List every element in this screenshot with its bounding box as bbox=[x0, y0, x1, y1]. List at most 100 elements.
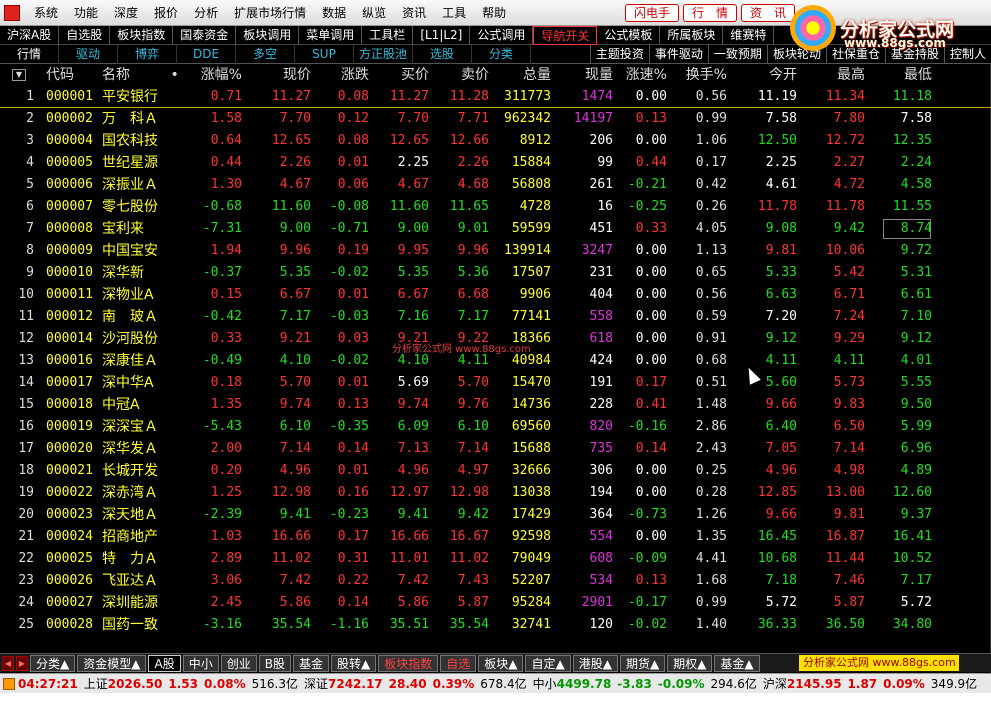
market-tab-3[interactable]: 中小 bbox=[182, 654, 219, 672]
table-row[interactable]: 7 000008 宝利来 -7.31 9.00 -0.71 9.00 9.01 59599 451… bbox=[0, 218, 991, 240]
stock-name: 沙河股份 bbox=[102, 331, 158, 347]
header-speed[interactable]: 涨速% bbox=[613, 64, 667, 86]
table-row[interactable]: 14 000017 深中华A 0.18 5.70 0.01 5.69 5.70 15470 191… bbox=[0, 372, 991, 394]
sub-tab-1[interactable]: 驱动 bbox=[59, 45, 118, 64]
table-row[interactable]: 23 000026 飞亚达Ａ 3.06 7.42 0.22 7.42 7.43 52207 534… bbox=[0, 570, 991, 592]
header-code[interactable]: 代码 bbox=[38, 64, 100, 86]
theme-tab-1[interactable]: 事件驱动 bbox=[648, 45, 708, 64]
menu-data[interactable]: 数据 bbox=[314, 0, 354, 26]
header-bid[interactable]: 买价 bbox=[369, 64, 429, 86]
header-chg-pct[interactable]: 涨幅% bbox=[196, 64, 242, 86]
theme-tab-2[interactable]: 一致预期 bbox=[707, 45, 767, 64]
category-tab-2[interactable]: 板块指数 bbox=[110, 26, 174, 45]
sub-tab-5[interactable]: SUP bbox=[295, 45, 354, 64]
menu-news[interactable]: 资讯 bbox=[394, 0, 434, 26]
category-tab-5[interactable]: 菜单调用 bbox=[299, 26, 363, 45]
table-row[interactable]: 24 000027 深圳能源 2.45 5.86 0.14 5.86 5.87 95284 290… bbox=[0, 592, 991, 614]
sub-tab-7[interactable]: 选股 bbox=[413, 45, 472, 64]
sub-tab-2[interactable]: 博弈 bbox=[118, 45, 177, 64]
category-tab-0[interactable]: 沪深A股 bbox=[0, 26, 60, 45]
table-row[interactable]: 3 000004 国农科技 0.64 12.65 0.08 12.65 12.66 8912 20… bbox=[0, 130, 991, 152]
table-row[interactable]: 1 000001 平安银行 0.71 11.27 0.08 11.27 11.28 311773… bbox=[0, 86, 991, 108]
market-tab-1[interactable]: 资金模型▲ bbox=[77, 654, 147, 672]
table-row[interactable]: 11 000012 南 玻Ａ -0.42 7.17 -0.03 7.16 7.17 77141 5… bbox=[0, 306, 991, 328]
category-tab-3[interactable]: 国泰资金 bbox=[173, 26, 237, 45]
table-row[interactable]: 5 000006 深振业Ａ 1.30 4.67 0.06 4.67 4.68 56808 261-… bbox=[0, 174, 991, 196]
category-tab-1[interactable]: 自选股 bbox=[59, 26, 111, 45]
market-tab-2[interactable]: A股 bbox=[148, 654, 181, 672]
menu-system[interactable]: 系统 bbox=[26, 0, 66, 26]
table-row[interactable]: 18 000021 长城开发 0.20 4.96 0.01 4.96 4.97 32666 306… bbox=[0, 460, 991, 482]
market-tab-15[interactable]: 基金▲ bbox=[714, 654, 760, 672]
category-tab-6[interactable]: 工具栏 bbox=[362, 26, 414, 45]
market-tab-7[interactable]: 股转▲ bbox=[330, 654, 377, 672]
header-name[interactable]: 名称 • bbox=[100, 64, 196, 86]
table-row[interactable]: 2 000002 万 科Ａ 1.58 7.70 0.12 7.70 7.71 962342 141… bbox=[0, 108, 991, 130]
theme-tab-0[interactable]: 主题投资 bbox=[589, 45, 649, 64]
header-high[interactable]: 最高 bbox=[797, 64, 865, 86]
quote-button[interactable]: 行 情 bbox=[682, 3, 737, 22]
menu-tools[interactable]: 工具 bbox=[434, 0, 474, 26]
header-turnover[interactable]: 换手% bbox=[667, 64, 727, 86]
ad-banner[interactable]: 分析家公式网 www.88gs.com bbox=[799, 655, 959, 671]
menu-function[interactable]: 功能 bbox=[66, 0, 106, 26]
table-row[interactable]: 6 000007 零七股份 -0.68 11.60 -0.08 11.60 11.65 4728… bbox=[0, 196, 991, 218]
table-row[interactable]: 9 000010 深华新 -0.37 5.35 -0.02 5.35 5.36 17507 231… bbox=[0, 262, 991, 284]
flash-trade-button[interactable]: 闪电手 bbox=[624, 3, 679, 22]
category-tab-12[interactable]: 维赛特 bbox=[723, 26, 775, 45]
table-row[interactable]: 20 000023 深天地Ａ -2.39 9.41 -0.23 9.41 9.42 17429 3… bbox=[0, 504, 991, 526]
table-row[interactable]: 8 000009 中国宝安 1.94 9.96 0.19 9.95 9.96 139914 324… bbox=[0, 240, 991, 262]
scroll-right-icon[interactable]: ▶ bbox=[16, 655, 28, 671]
table-row[interactable]: 15 000018 中冠A 1.35 9.74 0.13 9.74 9.76 14736 228 0… bbox=[0, 394, 991, 416]
table-row[interactable]: 19 000022 深赤湾Ａ 1.25 12.98 0.16 12.97 12.98 13038… bbox=[0, 482, 991, 504]
open-price: 9.66 bbox=[765, 507, 797, 522]
category-tab-10[interactable]: 公式模板 bbox=[597, 26, 661, 45]
scroll-left-icon[interactable]: ◀ bbox=[2, 655, 14, 671]
table-row[interactable]: 4 000005 世纪星源 0.44 2.26 0.01 2.25 2.26 15884 99 0.… bbox=[0, 152, 991, 174]
header-ask[interactable]: 卖价 bbox=[429, 64, 489, 86]
sub-tab-3[interactable]: DDE bbox=[177, 45, 236, 64]
category-tab-4[interactable]: 板块调用 bbox=[236, 26, 300, 45]
table-row[interactable]: 25 000028 国药一致 -3.16 35.54 -1.16 35.51 35.54 327… bbox=[0, 614, 991, 636]
header-diff[interactable]: 涨跌 bbox=[311, 64, 369, 86]
category-tab-11[interactable]: 所属板块 bbox=[660, 26, 724, 45]
sub-tab-0[interactable]: 行情 bbox=[0, 45, 59, 64]
table-row[interactable]: 22 000025 特 力Ａ 2.89 11.02 0.31 11.01 11.02 79049… bbox=[0, 548, 991, 570]
sub-tab-8[interactable]: 分类 bbox=[472, 45, 531, 64]
header-price[interactable]: 现价 bbox=[242, 64, 311, 86]
market-tab-10[interactable]: 板块▲ bbox=[478, 654, 524, 672]
header-low[interactable]: 最低 bbox=[865, 64, 932, 86]
market-tab-12[interactable]: 港股▲ bbox=[572, 654, 618, 672]
alarm-icon[interactable] bbox=[3, 677, 15, 690]
header-volume[interactable]: 总量 bbox=[489, 64, 551, 86]
sub-tab-6[interactable]: 方正股池 bbox=[354, 45, 413, 64]
market-tab-11[interactable]: 自定▲ bbox=[525, 654, 571, 672]
category-tab-8[interactable]: 公式调用 bbox=[470, 26, 534, 45]
column-selector[interactable]: ▼ bbox=[0, 64, 38, 86]
menu-extended-market[interactable]: 扩展市场行情 bbox=[226, 0, 314, 26]
header-current-volume[interactable]: 现量 bbox=[551, 64, 613, 86]
market-tab-0[interactable]: 分类▲ bbox=[30, 654, 76, 672]
dropdown-icon[interactable]: ▼ bbox=[12, 69, 26, 81]
market-tab-5[interactable]: B股 bbox=[258, 654, 291, 672]
menu-analysis[interactable]: 分析 bbox=[186, 0, 226, 26]
market-tab-4[interactable]: 创业 bbox=[220, 654, 257, 672]
menu-quote[interactable]: 报价 bbox=[146, 0, 186, 26]
table-row[interactable]: 10 000011 深物业A 0.15 6.67 0.01 6.67 6.68 9906 404 0… bbox=[0, 284, 991, 306]
market-tab-14[interactable]: 期权▲ bbox=[667, 654, 713, 672]
category-tab-7[interactable]: [L1|L2] bbox=[413, 26, 471, 45]
market-tab-13[interactable]: 期货▲ bbox=[619, 654, 666, 672]
market-tab-8[interactable]: 板块指数 bbox=[378, 654, 439, 672]
category-tab-9[interactable]: 导航开关 bbox=[533, 26, 598, 45]
table-row[interactable]: 16 000019 深深宝Ａ -5.43 6.10 -0.35 6.09 6.10 69560 8… bbox=[0, 416, 991, 438]
table-row[interactable]: 21 000024 招商地产 1.03 16.66 0.17 16.66 16.67 92598… bbox=[0, 526, 991, 548]
header-open[interactable]: 今开 bbox=[727, 64, 797, 86]
menu-depth[interactable]: 深度 bbox=[106, 0, 146, 26]
news-button[interactable]: 资 讯 bbox=[740, 3, 795, 22]
market-tab-9[interactable]: 自选 bbox=[440, 654, 477, 672]
market-tab-6[interactable]: 基金 bbox=[292, 654, 329, 672]
menu-help[interactable]: 帮助 bbox=[474, 0, 514, 26]
sub-tab-4[interactable]: 多空 bbox=[236, 45, 295, 64]
menu-overview[interactable]: 纵览 bbox=[354, 0, 394, 26]
table-row[interactable]: 17 000020 深华发Ａ 2.00 7.14 0.14 7.13 7.14 15688 735… bbox=[0, 438, 991, 460]
